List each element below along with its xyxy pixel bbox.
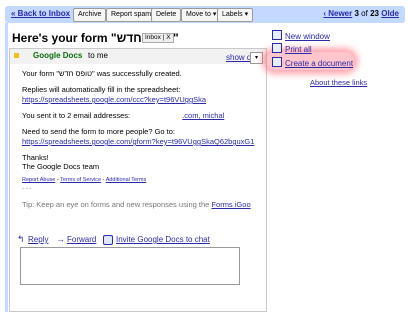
message-panel: Google Docs to me show d ▾ Your form "טו… bbox=[9, 48, 267, 312]
labels-dropdown[interactable]: Labels ▾ bbox=[217, 8, 254, 22]
conversation-pager: ‹ Newer 3 of 23 Olde bbox=[323, 9, 399, 18]
pager-total: 23 bbox=[370, 9, 379, 18]
sender-name: Google Docs bbox=[33, 51, 83, 60]
sent-to-text: You sent it to 2 email addresses: bbox=[22, 111, 131, 120]
additional-terms-link[interactable]: Additional Terms bbox=[106, 177, 147, 183]
pager-of: of bbox=[361, 9, 368, 18]
reply-dropdown-icon[interactable]: ▾ bbox=[250, 52, 263, 64]
invite-to-chat-link[interactable]: Invite Google Docs to chat bbox=[116, 235, 210, 244]
print-all-link[interactable]: Print all bbox=[285, 45, 312, 54]
toolbar: « Back to Inbox Archive Report spam Dele… bbox=[5, 6, 405, 23]
tip-text: Tip: Keep an eye on forms and new respon… bbox=[22, 200, 210, 209]
created-line: Your form "טופס חדש" was successfully cr… bbox=[22, 69, 182, 78]
signature-line: The Google Docs team bbox=[22, 162, 100, 171]
sender-star-icon[interactable] bbox=[14, 53, 19, 58]
new-window-link[interactable]: New window bbox=[285, 32, 330, 41]
forward-link[interactable]: Forward bbox=[67, 235, 96, 244]
about-these-links[interactable]: About these links bbox=[310, 78, 367, 87]
need-more-line: Need to send the form to more people? Go… bbox=[22, 127, 176, 136]
create-document-item[interactable]: Create a document bbox=[272, 57, 353, 68]
inbox-label-tag: Inbox | X bbox=[142, 33, 174, 43]
replies-line: Replies will automatically fill in the s… bbox=[22, 85, 181, 94]
report-abuse-link[interactable]: Report Abuse bbox=[22, 177, 55, 183]
back-to-inbox-link[interactable]: « Back to Inbox bbox=[11, 9, 70, 18]
spreadsheet-link[interactable]: https://spreadsheets.google.com/ccc?key=… bbox=[22, 95, 206, 104]
older-link[interactable]: Olde bbox=[381, 9, 399, 18]
quick-reply-box[interactable] bbox=[20, 247, 240, 285]
reply-bar: ↰ Reply → Forward Invite Google Docs to … bbox=[10, 233, 266, 247]
delete-button[interactable]: Delete bbox=[151, 8, 182, 22]
inbox-tag-text: Inbox bbox=[145, 34, 161, 41]
forward-arrow-icon[interactable]: → bbox=[56, 234, 65, 244]
show-details-link[interactable]: show d bbox=[226, 53, 251, 62]
new-window-icon bbox=[272, 30, 282, 40]
terms-link[interactable]: Terms of Service bbox=[60, 177, 101, 183]
form-link[interactable]: https://spreadsheets.google.com/gform?ke… bbox=[22, 137, 254, 146]
quoted-text-toggle[interactable]: - - - bbox=[22, 186, 31, 192]
thanks-line: Thanks! bbox=[22, 153, 49, 162]
message-header[interactable]: Google Docs to me show d ▾ bbox=[10, 49, 266, 64]
email-address-link-2[interactable]: .com, michal bbox=[182, 111, 224, 120]
footer-links: Report Abuse - Terms of Service - Additi… bbox=[22, 177, 147, 183]
forms-igoogle-link[interactable]: Forms iGoo bbox=[211, 200, 250, 209]
archive-button[interactable]: Archive bbox=[73, 8, 107, 22]
report-spam-button[interactable]: Report spam bbox=[106, 8, 157, 22]
sent-to-line: You sent it to 2 email addresses: .com, … bbox=[22, 111, 224, 120]
reply-link[interactable]: Reply bbox=[28, 235, 48, 244]
create-document-link[interactable]: Create a document bbox=[285, 59, 353, 68]
chat-icon[interactable] bbox=[103, 235, 113, 245]
document-icon bbox=[272, 57, 282, 67]
newer-link[interactable]: ‹ Newer bbox=[323, 9, 352, 18]
print-icon bbox=[272, 43, 282, 53]
recipient: to me bbox=[88, 51, 109, 60]
remove-label-button[interactable]: X bbox=[166, 34, 170, 41]
pager-position: 3 bbox=[354, 9, 359, 18]
tip-line: Tip: Keep an eye on forms and new respon… bbox=[22, 200, 251, 209]
frame-edge bbox=[5, 23, 8, 312]
move-to-dropdown[interactable]: Move to ▾ bbox=[181, 8, 222, 22]
print-all-item[interactable]: Print all bbox=[272, 43, 312, 54]
reply-arrow-icon[interactable]: ↰ bbox=[17, 234, 25, 245]
new-window-item[interactable]: New window bbox=[272, 30, 330, 41]
